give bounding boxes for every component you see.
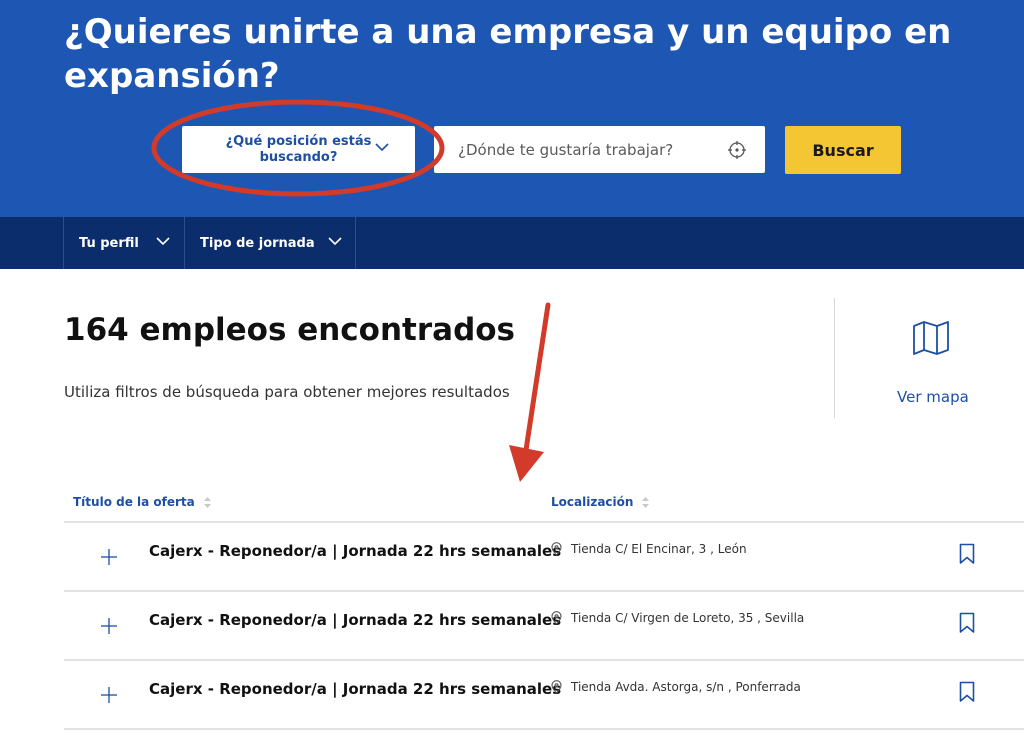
bookmark-icon[interactable] [959, 543, 975, 565]
pin-icon [551, 611, 562, 625]
chevron-down-icon [328, 237, 342, 246]
search-button[interactable]: Buscar [785, 126, 901, 174]
plus-icon[interactable] [100, 617, 118, 635]
column-header-label: Localización [551, 495, 634, 509]
filter-bar: Tu perfil Tipo de jornada [0, 217, 1024, 269]
filter-label: Tipo de jornada [200, 235, 315, 251]
bookmark-icon[interactable] [959, 681, 975, 703]
map-icon[interactable] [912, 320, 950, 356]
job-location-text: Tienda C/ El Encinar, 3 , León [571, 542, 747, 556]
job-location-text: Tienda Avda. Astorga, s/n , Ponferrada [571, 680, 801, 694]
chevron-down-icon [156, 237, 170, 246]
page-title: ¿Quieres unirte a una empresa y un equip… [64, 12, 952, 96]
table-row[interactable]: Cajerx - Reponedor/a | Jornada 22 hrs se… [64, 661, 1024, 730]
bookmark-icon[interactable] [959, 612, 975, 634]
job-title[interactable]: Cajerx - Reponedor/a | Jornada 22 hrs se… [149, 680, 561, 698]
results-count-title: 164 empleos encontrados [64, 312, 516, 348]
table-row[interactable]: Cajerx - Reponedor/a | Jornada 22 hrs se… [64, 592, 1024, 661]
job-location: Tienda Avda. Astorga, s/n , Ponferrada [551, 680, 801, 694]
position-select[interactable]: ¿Qué posición estás buscando? [182, 126, 415, 173]
view-map-link[interactable]: Ver mapa [897, 388, 969, 406]
sort-icon [642, 496, 650, 508]
chevron-down-icon [375, 143, 389, 152]
pin-icon [551, 680, 562, 694]
hero-banner: ¿Quieres unirte a una empresa y un equip… [0, 0, 1024, 217]
sort-icon [203, 496, 211, 508]
column-header-location[interactable]: Localización [551, 495, 650, 509]
job-title[interactable]: Cajerx - Reponedor/a | Jornada 22 hrs se… [149, 542, 561, 560]
filter-profile[interactable]: Tu perfil [63, 217, 185, 269]
locate-icon[interactable] [727, 140, 747, 160]
location-input[interactable] [458, 140, 728, 159]
plus-icon[interactable] [100, 686, 118, 704]
location-field[interactable] [434, 126, 765, 173]
pin-icon [551, 542, 562, 556]
filter-schedule-type[interactable]: Tipo de jornada [184, 217, 356, 269]
divider [834, 298, 835, 418]
column-header-title[interactable]: Título de la oferta [73, 495, 212, 509]
results-subtitle: Utiliza filtros de búsqueda para obtener… [64, 383, 510, 401]
job-title[interactable]: Cajerx - Reponedor/a | Jornada 22 hrs se… [149, 611, 561, 629]
filter-label: Tu perfil [79, 235, 139, 251]
job-location: Tienda C/ El Encinar, 3 , León [551, 542, 747, 556]
table-row[interactable]: Cajerx - Reponedor/a | Jornada 22 hrs se… [64, 523, 1024, 592]
job-location-text: Tienda C/ Virgen de Loreto, 35 , Sevilla [571, 611, 805, 625]
position-select-label: ¿Qué posición estás buscando? [225, 133, 372, 165]
column-header-label: Título de la oferta [73, 495, 195, 509]
job-location: Tienda C/ Virgen de Loreto, 35 , Sevilla [551, 611, 804, 625]
plus-icon[interactable] [100, 548, 118, 566]
